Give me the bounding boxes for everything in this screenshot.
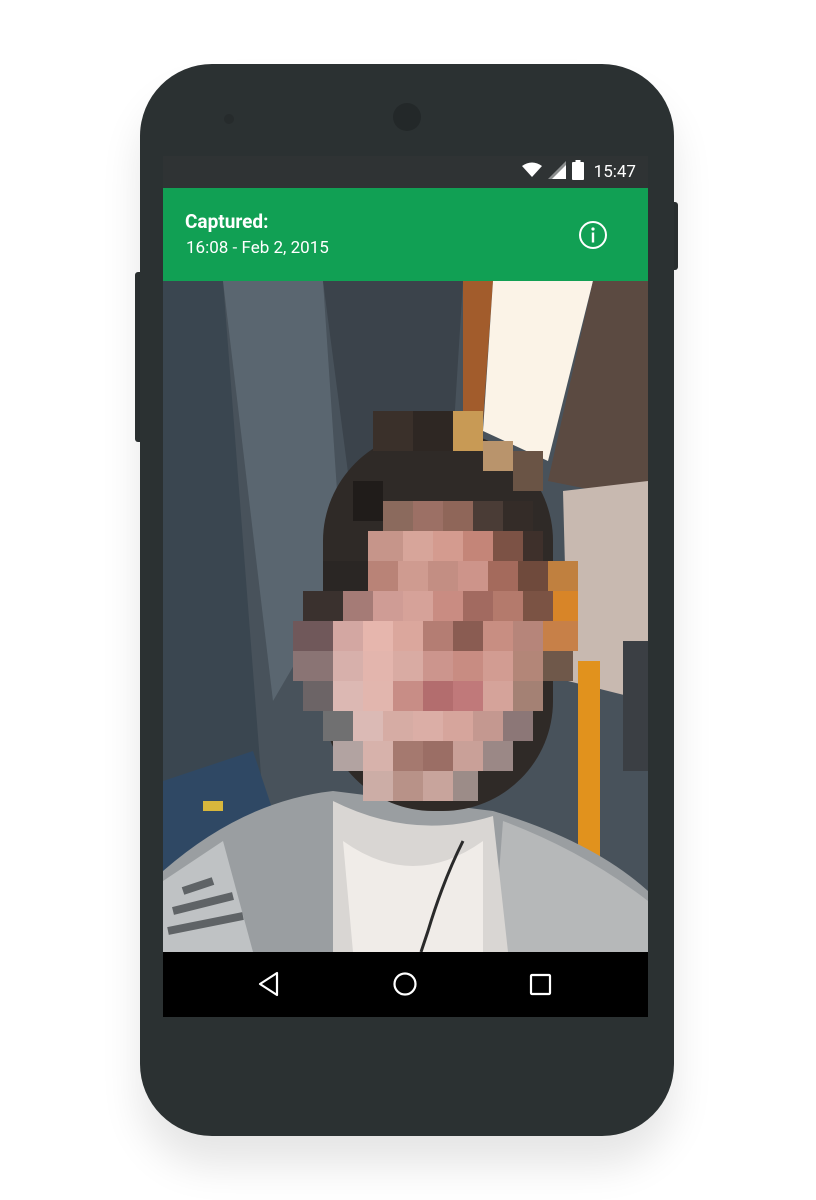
wifi-icon — [521, 162, 542, 182]
proximity-sensor — [224, 114, 234, 124]
phone-screen: 15:47 Captured: 16:08 - Feb 2, 2015 — [163, 156, 648, 1017]
status-time: 15:47 — [593, 162, 636, 182]
status-bar: 15:47 — [163, 156, 648, 188]
back-button[interactable] — [251, 966, 287, 1002]
battery-icon — [571, 160, 584, 184]
cell-signal-icon — [547, 161, 566, 183]
app-title: Captured: — [185, 210, 269, 233]
earpiece-speaker — [393, 103, 421, 131]
back-icon — [258, 971, 279, 997]
capture-timestamp: 16:08 - Feb 2, 2015 — [186, 238, 329, 258]
info-button[interactable] — [578, 220, 608, 250]
recents-icon — [529, 973, 552, 996]
navigation-bar — [163, 952, 648, 1017]
pixelated-selfie-image — [163, 281, 648, 952]
app-bar: Captured: 16:08 - Feb 2, 2015 — [163, 188, 648, 281]
recents-button[interactable] — [522, 966, 558, 1002]
home-button[interactable] — [387, 966, 423, 1002]
home-icon — [393, 972, 417, 996]
info-icon — [579, 221, 607, 249]
captured-photo — [163, 281, 648, 952]
